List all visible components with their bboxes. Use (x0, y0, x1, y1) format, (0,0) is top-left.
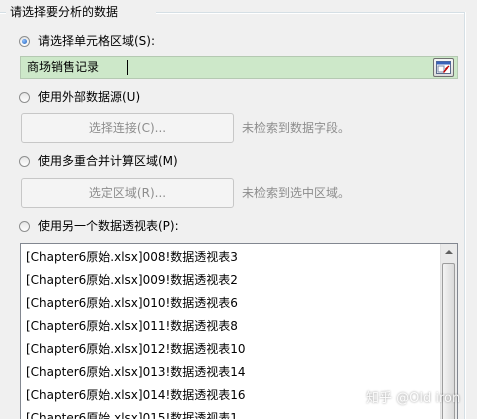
range-input[interactable]: 商场销售记录 (20, 56, 458, 79)
list-item[interactable]: [Chapter6原始.xlsx]015!数据透视表1 (26, 409, 238, 419)
external-fields-hint: 未检索到数据字段。 (242, 121, 351, 135)
text-caret (127, 60, 128, 75)
radio-consolidation-ranges[interactable]: 使用多重合并计算区域(M) (19, 152, 178, 170)
list-item[interactable]: [Chapter6原始.xlsx]012!数据透视表10 (26, 340, 246, 358)
radio-select-range[interactable]: 请选择单元格区域(S): (19, 32, 155, 50)
group-border-right (464, 12, 466, 419)
group-border-top (156, 12, 466, 14)
radio-select-range-label: 请选择单元格区域(S): (38, 34, 156, 48)
list-item[interactable]: [Chapter6原始.xlsx]010!数据透视表6 (26, 294, 238, 312)
watermark: 知乎 @Old iron (366, 391, 461, 406)
collapse-dialog-button[interactable] (433, 58, 454, 77)
list-item[interactable]: [Chapter6原始.xlsx]013!数据透视表14 (26, 363, 246, 381)
group-legend: 请选择要分析的数据 (10, 5, 119, 19)
radio-another-pivot-table[interactable]: 使用另一个数据透视表(P): (19, 217, 179, 235)
list-item[interactable]: [Chapter6原始.xlsx]009!数据透视表2 (26, 271, 238, 289)
list-item[interactable]: [Chapter6原始.xlsx]014!数据透视表16 (26, 386, 246, 404)
radio-another-pivot-table-label: 使用另一个数据透视表(P): (38, 219, 179, 233)
range-input-value[interactable]: 商场销售记录 (27, 57, 99, 78)
radio-unchecked-icon[interactable] (19, 91, 30, 103)
range-select-icon (436, 61, 451, 74)
radio-unchecked-icon[interactable] (19, 220, 30, 232)
dialog-body: 请选择要分析的数据 请选择单元格区域(S): 商场销售记录 使用外部数据源(U)… (0, 0, 477, 419)
list-item[interactable]: [Chapter6原始.xlsx]011!数据透视表8 (26, 317, 238, 335)
scroll-up-arrow-icon[interactable] (441, 244, 457, 261)
selected-ranges-hint: 未检索到选中区域。 (242, 186, 351, 200)
choose-connection-button[interactable]: 选择连接(C)... (21, 113, 234, 143)
radio-external-source[interactable]: 使用外部数据源(U) (19, 88, 140, 106)
list-item[interactable]: [Chapter6原始.xlsx]008!数据透视表3 (26, 248, 238, 266)
group-border-left (0, 12, 6, 14)
select-ranges-button[interactable]: 选定区域(R)... (21, 178, 234, 208)
radio-unchecked-icon[interactable] (19, 155, 30, 167)
radio-checked-icon[interactable] (19, 35, 30, 47)
radio-external-source-label: 使用外部数据源(U) (38, 90, 141, 104)
radio-consolidation-ranges-label: 使用多重合并计算区域(M) (38, 154, 178, 168)
